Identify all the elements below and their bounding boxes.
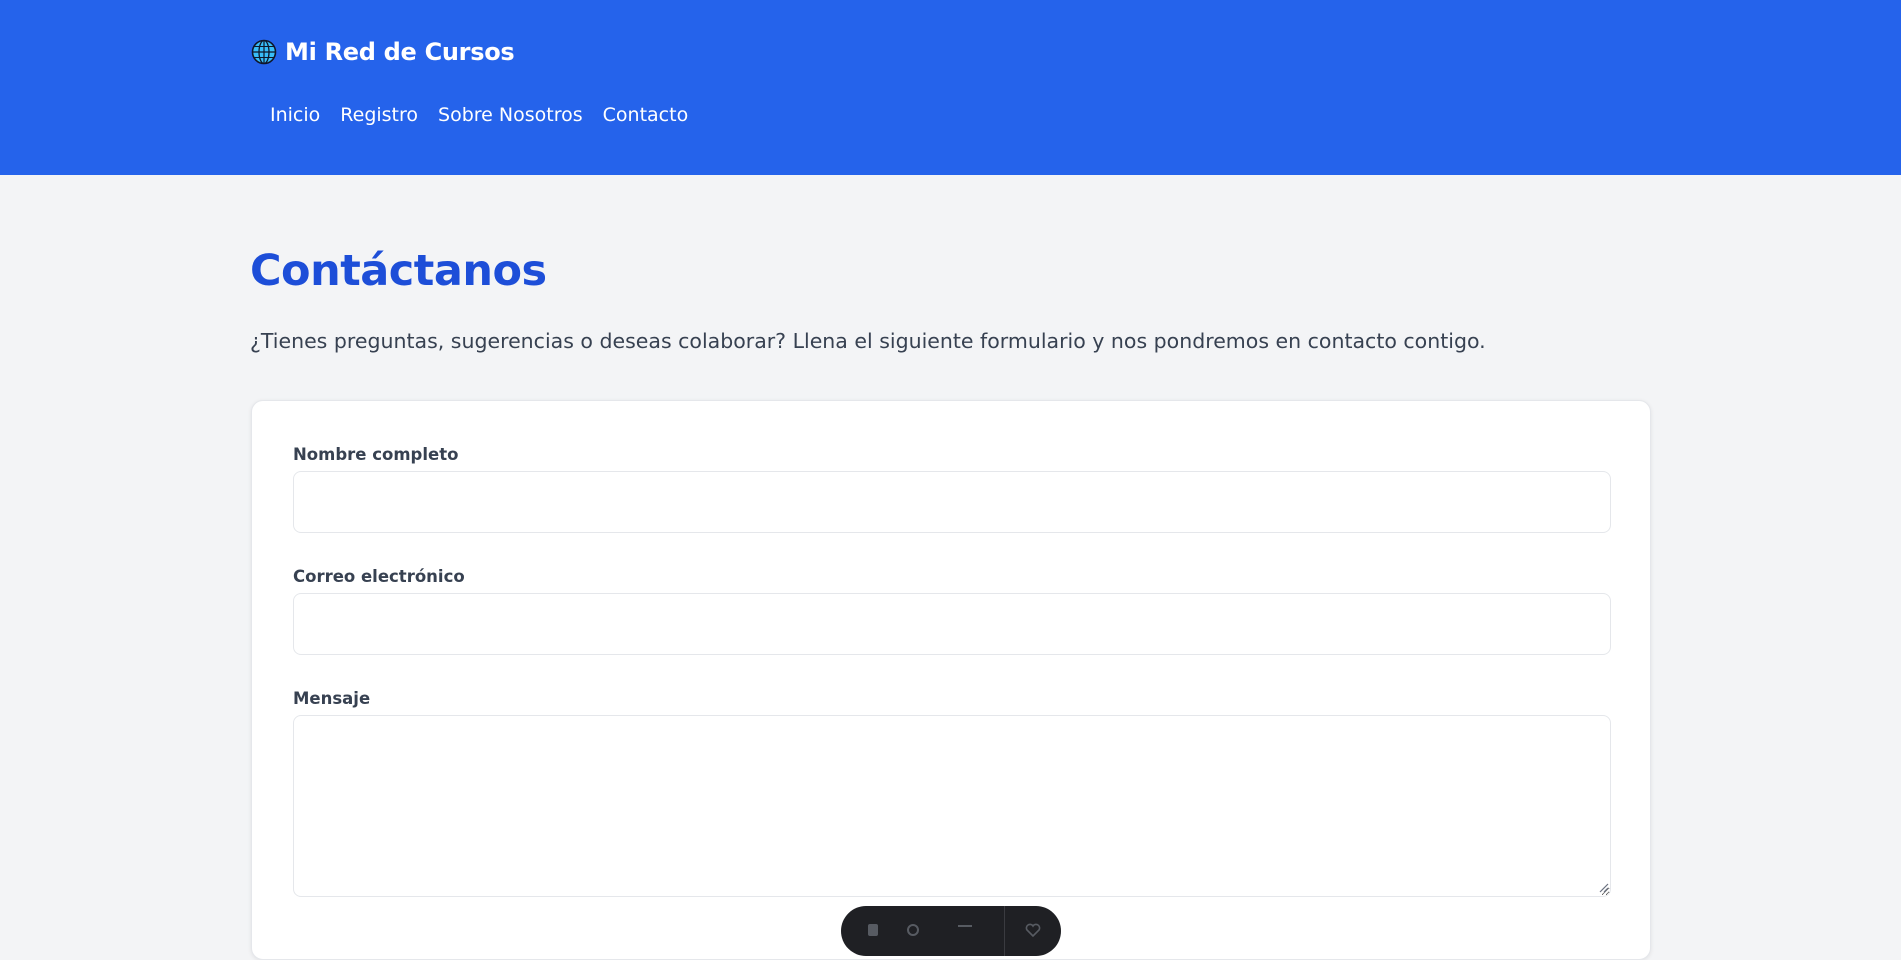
globe-icon bbox=[251, 39, 277, 65]
toolbar-divider bbox=[1004, 906, 1005, 956]
floating-toolbar[interactable] bbox=[841, 906, 1061, 956]
message-label: Mensaje bbox=[293, 689, 371, 708]
nav-link-registro[interactable]: Registro bbox=[340, 104, 418, 126]
intro-text: ¿Tienes preguntas, sugerencias o deseas … bbox=[250, 329, 1486, 353]
brand[interactable]: Mi Red de Cursos bbox=[251, 38, 515, 66]
nav-link-inicio[interactable]: Inicio bbox=[270, 104, 320, 126]
tool-icon[interactable] bbox=[865, 922, 881, 938]
name-label: Nombre completo bbox=[293, 445, 459, 464]
gear-icon[interactable] bbox=[905, 922, 921, 938]
nav-link-sobre-nosotros[interactable]: Sobre Nosotros bbox=[438, 104, 583, 126]
message-textarea[interactable] bbox=[293, 715, 1611, 897]
page-title: Contáctanos bbox=[250, 246, 547, 296]
email-input[interactable] bbox=[293, 593, 1611, 655]
heart-icon[interactable] bbox=[1025, 922, 1041, 938]
contact-form: Nombre completo Correo electrónico Mensa… bbox=[251, 400, 1651, 960]
menu-icon[interactable] bbox=[957, 922, 973, 938]
brand-title: Mi Red de Cursos bbox=[285, 38, 515, 66]
site-header: Mi Red de Cursos Inicio Registro Sobre N… bbox=[0, 0, 1901, 175]
email-label: Correo electrónico bbox=[293, 567, 465, 586]
nav-link-contacto[interactable]: Contacto bbox=[603, 104, 689, 126]
name-input[interactable] bbox=[293, 471, 1611, 533]
main-nav: Inicio Registro Sobre Nosotros Contacto bbox=[270, 104, 688, 126]
resize-handle-icon[interactable] bbox=[1599, 883, 1609, 893]
